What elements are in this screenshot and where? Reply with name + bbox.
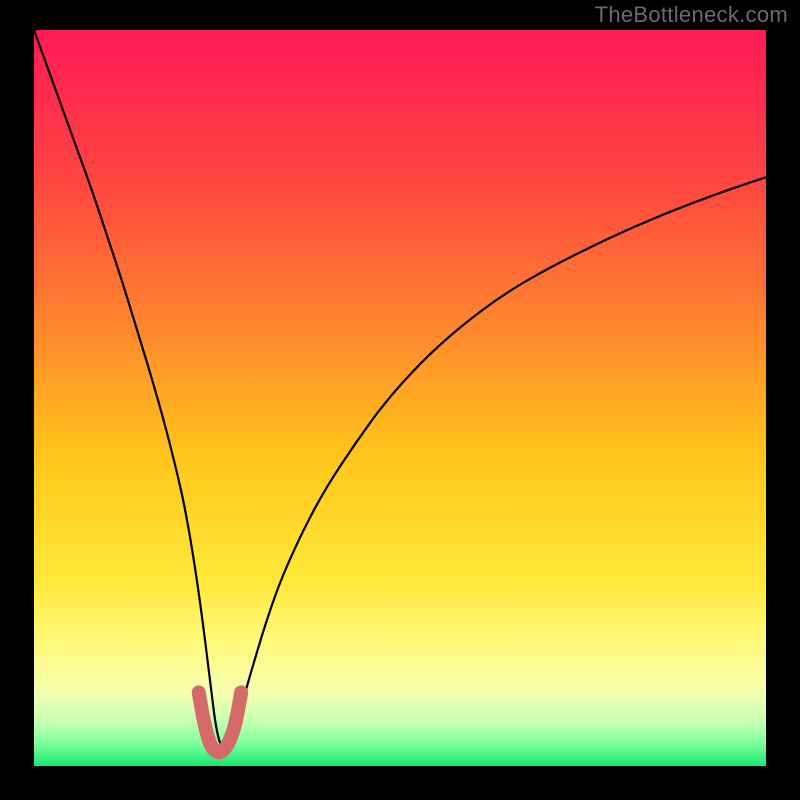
watermark-text: TheBottleneck.com xyxy=(595,2,788,28)
plot-background xyxy=(34,30,766,766)
bottleneck-chart xyxy=(0,0,800,800)
chart-frame: TheBottleneck.com xyxy=(0,0,800,800)
